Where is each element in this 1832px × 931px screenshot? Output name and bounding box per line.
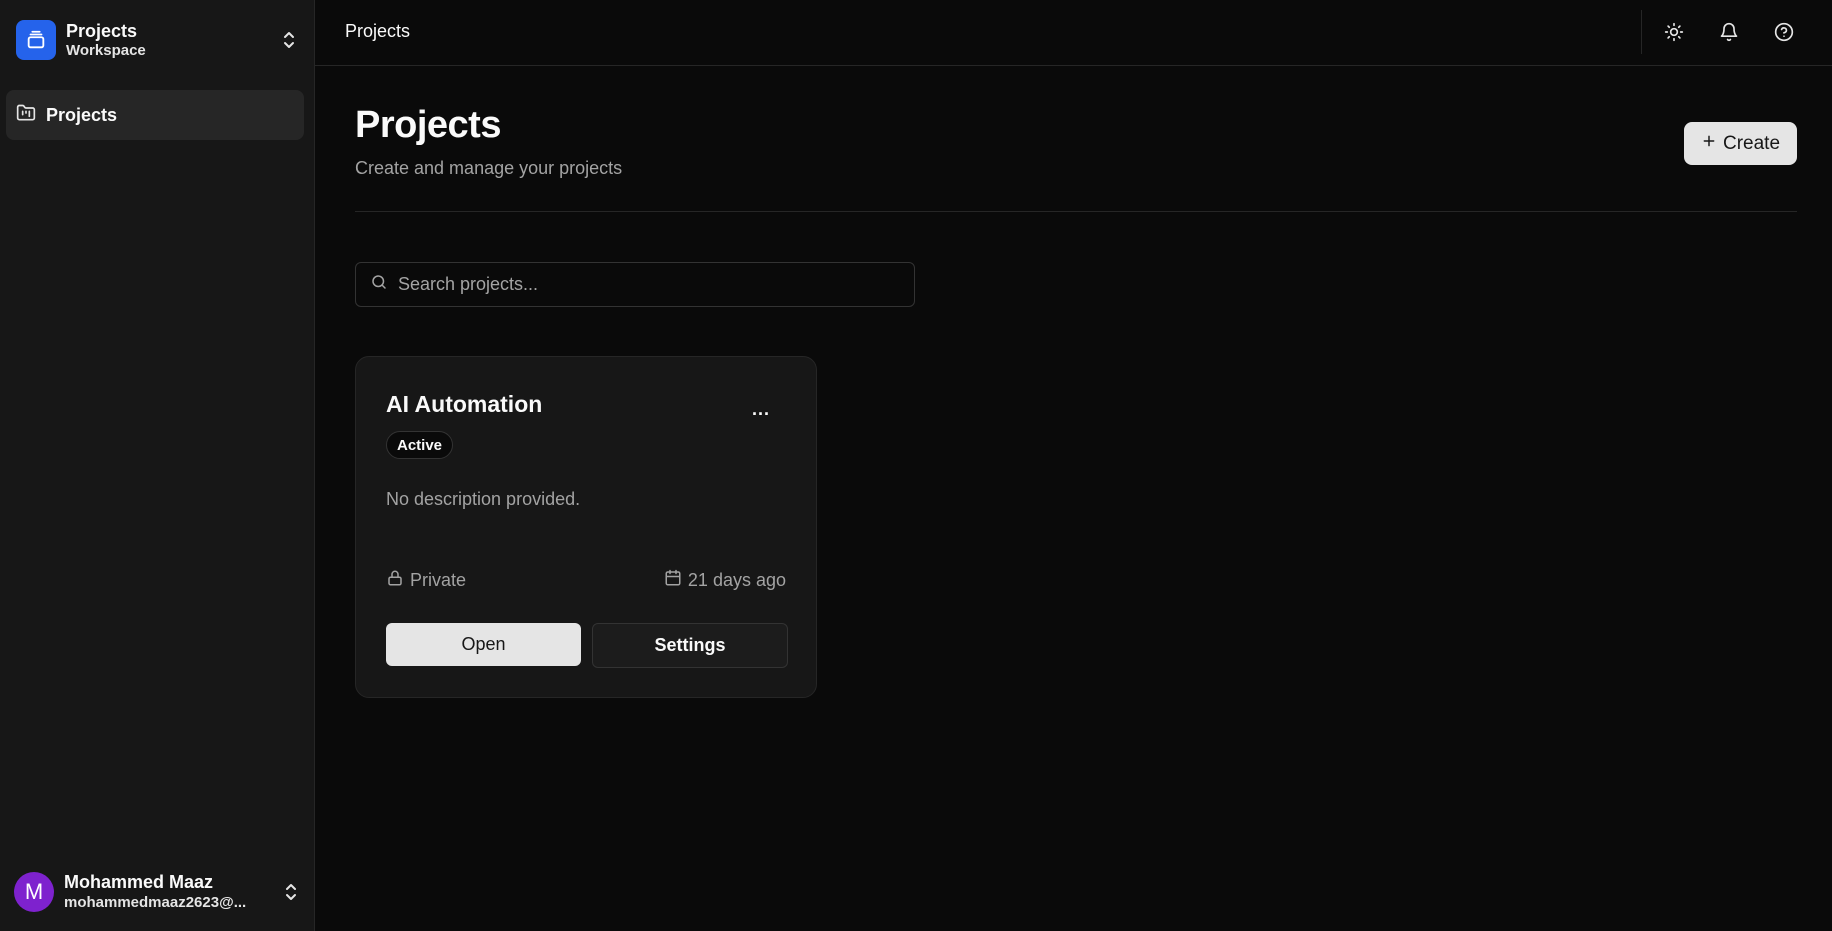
project-description: No description provided.: [386, 489, 581, 509]
theme-toggle-button[interactable]: [1656, 15, 1692, 51]
project-name: AI Automation: [386, 391, 543, 417]
page-subtitle: Create and manage your projects: [355, 158, 623, 178]
create-project-button[interactable]: Create: [1684, 122, 1797, 165]
notifications-button[interactable]: [1711, 15, 1747, 51]
plus-icon: [1701, 133, 1717, 155]
topbar: Projects: [315, 0, 1832, 66]
chevrons-up-down-icon: [281, 882, 301, 902]
workspace-switcher[interactable]: Projects Workspace: [8, 12, 307, 68]
help-button[interactable]: [1766, 15, 1802, 51]
header-divider: [355, 211, 1797, 212]
project-card: AI Automation ... Active No description …: [355, 356, 817, 698]
more-options-button[interactable]: ...: [746, 399, 776, 419]
workspace-title: Projects: [66, 21, 138, 42]
sidebar-item-projects[interactable]: Projects: [6, 90, 304, 140]
project-settings-button[interactable]: Settings: [592, 623, 788, 668]
open-project-button[interactable]: Open: [386, 623, 581, 666]
topbar-divider: [1641, 10, 1642, 54]
sidebar: Projects Workspace Projects M Mohammed M…: [0, 0, 315, 931]
create-label: Create: [1722, 132, 1781, 154]
folder-kanban-icon: [16, 103, 36, 128]
visibility-label: Private: [410, 570, 467, 590]
user-name: Mohammed Maaz: [64, 872, 214, 893]
project-updated: 21 days ago: [664, 569, 786, 592]
user-menu[interactable]: M Mohammed Maaz mohammedmaaz2623@...: [8, 864, 307, 920]
avatar: M: [14, 872, 54, 912]
project-visibility: Private: [386, 569, 466, 592]
lock-icon: [386, 569, 404, 592]
chevrons-up-down-icon: [279, 30, 299, 50]
workspace-subtitle: Workspace: [66, 41, 146, 59]
sidebar-item-label: Projects: [46, 104, 118, 125]
help-circle-icon: [1774, 22, 1794, 45]
search-icon: [370, 273, 388, 296]
search-box: [355, 262, 915, 307]
breadcrumb: Projects: [345, 21, 411, 41]
workspace-logo-icon: [16, 20, 56, 60]
page-title: Projects: [355, 104, 501, 146]
updated-label: 21 days ago: [687, 570, 786, 590]
bell-icon: [1719, 22, 1739, 45]
sun-icon: [1664, 22, 1684, 45]
search-input[interactable]: [398, 274, 878, 295]
user-email: mohammedmaaz2623@...: [64, 893, 247, 911]
status-badge: Active: [386, 431, 454, 459]
calendar-icon: [664, 569, 682, 592]
